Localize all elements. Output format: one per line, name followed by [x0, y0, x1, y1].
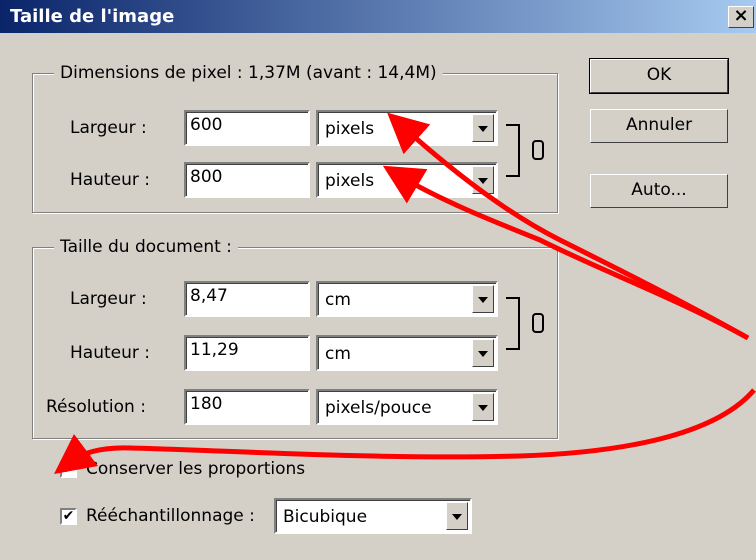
annotation-arrows — [53, 112, 756, 474]
annotation-arrow-width — [387, 112, 750, 341]
annotation-arrow-proportions — [53, 388, 756, 474]
annotation-arrow-height — [382, 165, 750, 341]
